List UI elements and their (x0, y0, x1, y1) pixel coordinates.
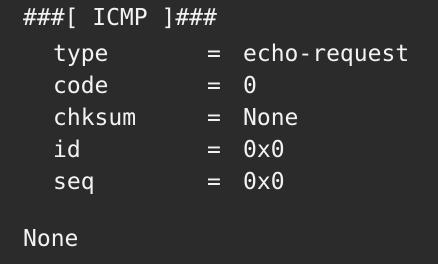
field-equals: = (207, 169, 221, 195)
field-equals: = (207, 105, 221, 131)
field-name: chksum (53, 105, 137, 131)
result-output: None (23, 226, 79, 252)
field-value: 0x0 (243, 169, 285, 195)
field-name: type (53, 41, 109, 67)
field-value: 0 (243, 73, 257, 99)
field-equals: = (207, 73, 221, 99)
field-value: 0x0 (243, 137, 285, 163)
field-name: code (53, 73, 109, 99)
field-value: echo-request (243, 41, 410, 67)
field-value: None (243, 105, 299, 131)
field-name: seq (53, 169, 95, 195)
field-equals: = (207, 41, 221, 67)
icmp-header: ###[ ICMP ]### (23, 5, 217, 31)
field-name: id (53, 137, 81, 163)
terminal-output: ###[ ICMP ]### type = echo-request code … (0, 0, 438, 264)
field-equals: = (207, 137, 221, 163)
